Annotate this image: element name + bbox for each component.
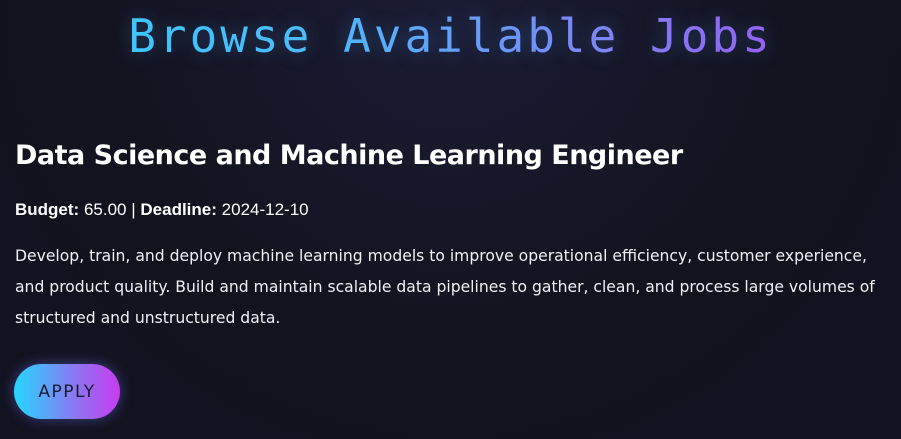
job-title: Data Science and Machine Learning Engine…: [15, 140, 683, 171]
job-description: Develop, train, and deploy machine learn…: [15, 247, 875, 327]
job-meta: Budget: 65.00 | Deadline: 2024-12-10: [15, 198, 890, 222]
meta-separator: |: [131, 200, 136, 219]
budget-value: 65.00: [83, 200, 127, 219]
job-card: Data Science and Machine Learning Engine…: [15, 134, 890, 334]
apply-button[interactable]: APPLY: [14, 364, 120, 419]
budget-label: Budget:: [15, 200, 80, 219]
deadline-value: 2024-12-10: [221, 200, 309, 219]
page-title: Browse Available Jobs: [0, 6, 901, 66]
deadline-label: Deadline:: [140, 200, 217, 219]
